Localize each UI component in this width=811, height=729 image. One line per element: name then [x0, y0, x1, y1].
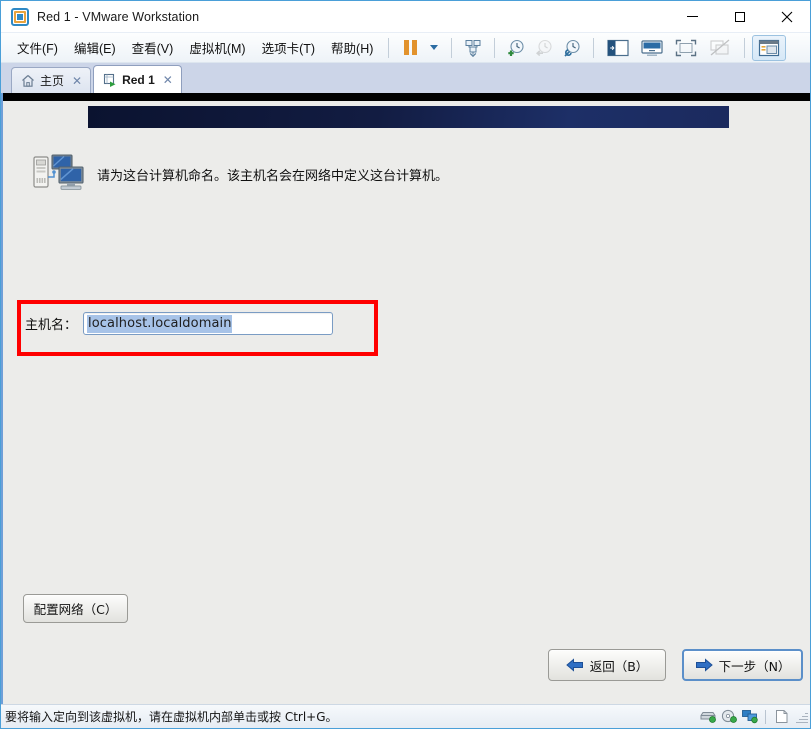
vmware-workstation-window: Red 1 - VMware Workstation 文件(F) 编辑(E) 查… — [0, 0, 811, 729]
unity-mode-button — [703, 35, 737, 61]
network-computers-icon — [33, 153, 87, 195]
status-bar: 要将输入定向到该虚拟机，请在虚拟机内部单击或按 Ctrl+G。 — [1, 704, 810, 728]
resize-grip[interactable] — [794, 710, 808, 724]
menu-tabs[interactable]: 选项卡(T) — [254, 34, 323, 61]
status-message: 要将输入定向到该虚拟机，请在虚拟机内部单击或按 Ctrl+G。 — [5, 710, 338, 724]
revert-snapshot-button — [530, 35, 558, 61]
hostname-description-row: 请为这台计算机命名。该主机名会在网络中定义这台计算机。 — [33, 153, 448, 195]
printer-icon[interactable] — [771, 708, 792, 726]
fullscreen-icon — [675, 39, 697, 57]
vm-viewport[interactable]: 请为这台计算机命名。该主机名会在网络中定义这台计算机。 主机名： localho… — [1, 93, 810, 704]
title-bar: Red 1 - VMware Workstation — [1, 1, 810, 33]
suspend-vm-button[interactable] — [396, 35, 424, 61]
configure-network-label: 配置网络（C） — [33, 602, 118, 617]
window-preferences-icon — [758, 39, 780, 57]
minimize-button[interactable] — [669, 1, 716, 33]
guest-screen[interactable]: 请为这台计算机命名。该主机名会在网络中定义这台计算机。 主机名： localho… — [3, 101, 810, 704]
power-dropdown-button[interactable] — [424, 35, 444, 61]
pause-icon — [403, 40, 417, 55]
close-button[interactable] — [763, 1, 810, 33]
chevron-down-icon — [430, 45, 439, 50]
tab-red-1[interactable]: Red 1 ✕ — [93, 65, 182, 93]
tray-separator — [765, 709, 766, 724]
tab-bar: 主页 ✕ Red 1 ✕ — [1, 63, 810, 93]
maximize-button[interactable] — [716, 1, 763, 33]
hostname-field-row: 主机名： localhost.localdomain — [25, 312, 334, 335]
tab-home-close-icon[interactable]: ✕ — [72, 74, 82, 88]
snapshot-add-icon — [506, 38, 526, 58]
tab-home[interactable]: 主页 ✕ — [11, 67, 92, 93]
send-ctrl-alt-del-button[interactable] — [459, 35, 487, 61]
toolbar-separator — [593, 37, 595, 58]
hostname-input[interactable]: localhost.localdomain — [83, 312, 334, 335]
snapshot-revert-icon — [534, 38, 554, 58]
snapshot-manager-icon — [562, 38, 582, 58]
virtual-machine-icon — [103, 73, 117, 87]
snapshot-manager-button[interactable] — [558, 35, 586, 61]
vmware-logo-icon — [11, 7, 29, 26]
toolbar-separator — [744, 37, 746, 58]
console-view-icon — [641, 39, 663, 57]
enter-fullscreen-button[interactable] — [669, 35, 703, 61]
unity-mode-icon — [709, 39, 731, 57]
window-controls — [669, 1, 810, 33]
menu-edit[interactable]: 编辑(E) — [66, 34, 124, 61]
hostname-input-value: localhost.localdomain — [87, 314, 232, 333]
tab-red-1-label: Red 1 — [122, 72, 155, 87]
menu-file[interactable]: 文件(F) — [9, 34, 66, 61]
arrow-left-icon — [565, 658, 584, 672]
menu-bar: 文件(F) 编辑(E) 查看(V) 虚拟机(M) 选项卡(T) 帮助(H) — [1, 33, 810, 63]
tab-home-label: 主页 — [40, 74, 65, 88]
menu-help[interactable]: 帮助(H) — [323, 34, 381, 61]
toolbar-separator — [388, 37, 390, 58]
take-snapshot-button[interactable] — [502, 35, 530, 61]
network-adapter-icon[interactable] — [739, 708, 760, 726]
hard-disk-icon[interactable] — [697, 708, 718, 726]
hostname-description: 请为这台计算机命名。该主机名会在网络中定义这台计算机。 — [97, 168, 449, 184]
toolbar-separator — [451, 37, 453, 58]
sidebar-panel-icon — [607, 39, 629, 57]
cd-dvd-icon[interactable] — [718, 708, 739, 726]
menu-vm[interactable]: 虚拟机(M) — [181, 34, 253, 61]
preferences-button[interactable] — [752, 34, 787, 61]
back-button-label: 返回（B） — [589, 658, 649, 674]
tab-red-1-close-icon[interactable]: ✕ — [163, 73, 173, 87]
installer-banner — [88, 106, 729, 128]
send-key-icon — [463, 38, 483, 58]
arrow-right-icon — [695, 658, 713, 672]
next-button-label: 下一步（N） — [718, 658, 791, 674]
next-button[interactable]: 下一步（N） — [682, 649, 803, 681]
show-console-view-button[interactable] — [635, 35, 669, 61]
window-title: Red 1 - VMware Workstation — [37, 9, 200, 24]
menu-view[interactable]: 查看(V) — [124, 34, 182, 61]
show-library-button[interactable] — [601, 35, 635, 61]
hostname-label: 主机名： — [25, 318, 78, 333]
configure-network-button[interactable]: 配置网络（C） — [23, 594, 128, 623]
home-icon — [21, 74, 35, 88]
toolbar-separator — [494, 37, 496, 58]
back-button[interactable]: 返回（B） — [548, 649, 666, 681]
